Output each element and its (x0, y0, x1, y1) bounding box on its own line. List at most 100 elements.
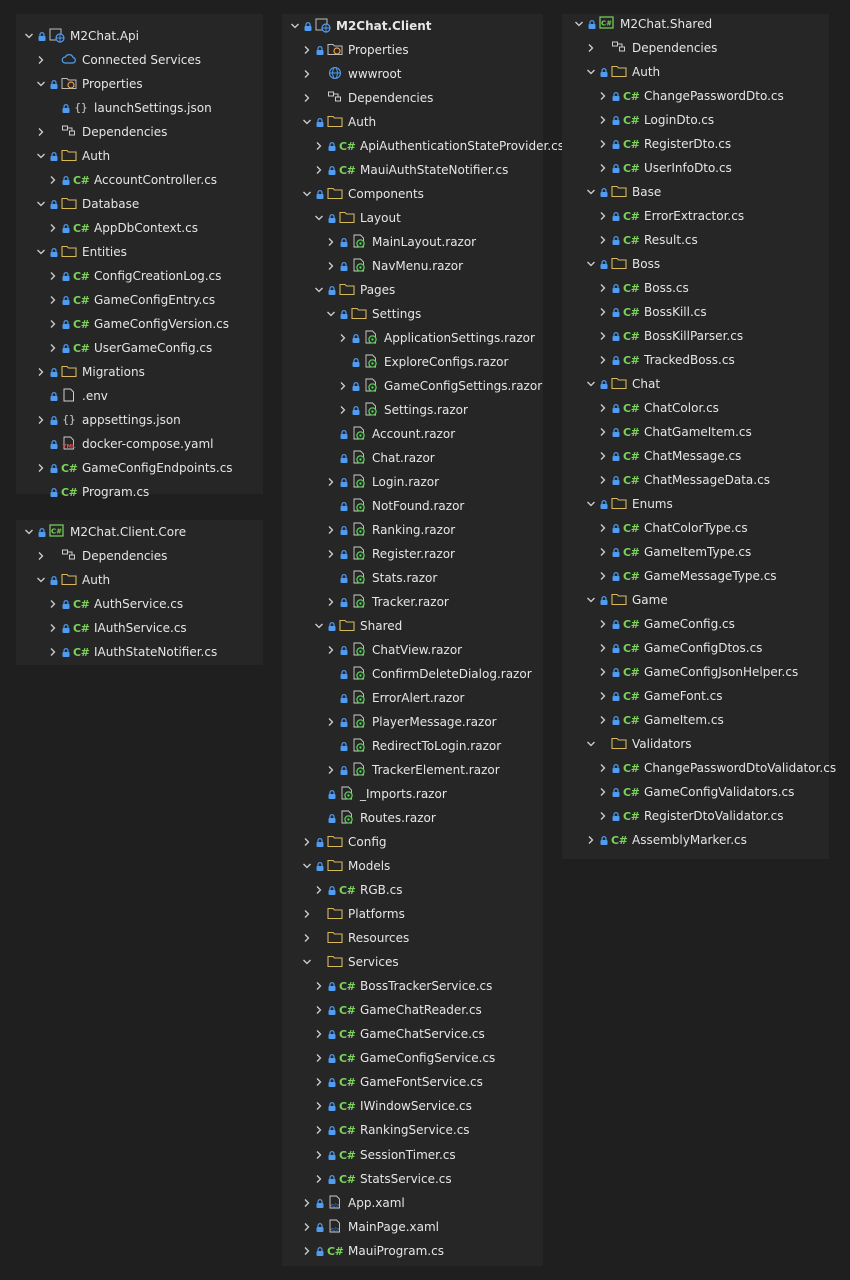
tree-file-row[interactable]: wwwroot (282, 62, 543, 86)
tree-file-row[interactable]: C# GameConfigVersion.cs (16, 312, 263, 336)
tree-folder-row[interactable]: Migrations (16, 360, 263, 384)
tree-file-row[interactable]: C# AuthService.cs (16, 592, 263, 616)
tree-file-row[interactable]: Stats.razor (282, 566, 543, 590)
chevron-down-icon[interactable] (574, 12, 584, 36)
tree-file-row[interactable]: C# AppDbContext.cs (16, 216, 263, 240)
tree-file-row[interactable]: C# GameConfig.cs (562, 612, 829, 636)
tree-folder-row[interactable]: Shared (282, 614, 543, 638)
tree-folder-row[interactable]: Auth (562, 60, 829, 84)
chevron-right-icon[interactable] (598, 300, 608, 324)
tree-file-row[interactable]: NotFound.razor (282, 494, 543, 518)
tree-file-row[interactable]: C# GameChatService.cs (282, 1022, 543, 1046)
chevron-right-icon[interactable] (598, 756, 608, 780)
tree-folder-row[interactable]: Components (282, 182, 543, 206)
tree-file-row[interactable]: C# IAuthStateNotifier.cs (16, 640, 263, 664)
tree-folder-row[interactable]: Layout (282, 206, 543, 230)
tree-file-row[interactable]: MainLayout.razor (282, 230, 543, 254)
tree-file-row[interactable]: Properties (16, 72, 263, 96)
chevron-right-icon[interactable] (338, 326, 348, 350)
tree-file-row[interactable]: C# RGB.cs (282, 878, 543, 902)
tree-file-row[interactable]: Dependencies (282, 86, 543, 110)
chevron-right-icon[interactable] (302, 902, 312, 926)
tree-file-row[interactable]: ConfirmDeleteDialog.razor (282, 662, 543, 686)
tree-file-row[interactable]: C# SessionTimer.cs (282, 1143, 543, 1167)
chevron-right-icon[interactable] (314, 998, 324, 1022)
tree-file-row[interactable]: C# ApiAuthenticationStateProvider.cs (282, 134, 564, 158)
chevron-down-icon[interactable] (314, 614, 324, 638)
tree-file-row[interactable]: C# GameConfigValidators.cs (562, 780, 829, 804)
tree-folder-row[interactable]: Pages (282, 278, 543, 302)
chevron-right-icon[interactable] (36, 360, 46, 384)
tree-file-row[interactable]: C# ChatColorType.cs (562, 516, 829, 540)
chevron-right-icon[interactable] (326, 638, 336, 662)
tree-folder-row[interactable]: Settings (282, 302, 543, 326)
chevron-right-icon[interactable] (598, 444, 608, 468)
chevron-right-icon[interactable] (598, 684, 608, 708)
tree-file-row[interactable]: Connected Services (16, 48, 263, 72)
tree-file-row[interactable]: C# IAuthService.cs (16, 616, 263, 640)
tree-file-row[interactable]: C# MauiProgram.cs (282, 1239, 543, 1263)
tree-file-row[interactable]: C# ChangePasswordDtoValidator.cs (562, 756, 836, 780)
tree-folder-row[interactable]: Chat (562, 372, 829, 396)
chevron-down-icon[interactable] (36, 240, 46, 264)
chevron-down-icon[interactable] (314, 206, 324, 230)
tree-file-row[interactable]: C# BossTrackerService.cs (282, 974, 543, 998)
tree-file-row[interactable]: C# RankingService.cs (282, 1118, 543, 1142)
tree-file-row[interactable]: Properties (282, 38, 543, 62)
chevron-right-icon[interactable] (598, 108, 608, 132)
tree-folder-row[interactable]: Auth (16, 144, 263, 168)
tree-file-row[interactable]: C# GameConfigDtos.cs (562, 636, 829, 660)
tree-file-row[interactable]: C# ErrorExtractor.cs (562, 204, 829, 228)
tree-file-row[interactable]: C# RegisterDtoValidator.cs (562, 804, 829, 828)
chevron-right-icon[interactable] (314, 1094, 324, 1118)
tree-file-row[interactable]: C# GameFontService.cs (282, 1070, 543, 1094)
chevron-down-icon[interactable] (290, 14, 300, 38)
chevron-right-icon[interactable] (48, 336, 58, 360)
chevron-down-icon[interactable] (302, 110, 312, 134)
chevron-down-icon[interactable] (326, 302, 336, 326)
tree-file-row[interactable]: Routes.razor (282, 806, 543, 830)
chevron-right-icon[interactable] (598, 660, 608, 684)
chevron-right-icon[interactable] (598, 516, 608, 540)
tree-folder-row[interactable]: Config (282, 830, 543, 854)
tree-file-row[interactable]: _Imports.razor (282, 782, 543, 806)
chevron-right-icon[interactable] (48, 216, 58, 240)
tree-folder-row[interactable]: Auth (282, 110, 543, 134)
chevron-right-icon[interactable] (36, 544, 46, 568)
tree-file-row[interactable]: ApplicationSettings.razor (282, 326, 543, 350)
chevron-right-icon[interactable] (302, 1191, 312, 1215)
tree-file-row[interactable]: C# GameConfigEntry.cs (16, 288, 263, 312)
chevron-right-icon[interactable] (598, 228, 608, 252)
tree-file-row[interactable]: C# GameFont.cs (562, 684, 829, 708)
tree-file-row[interactable]: C# GameConfigJsonHelper.cs (562, 660, 829, 684)
tree-file-row[interactable]: C# RegisterDto.cs (562, 132, 829, 156)
chevron-right-icon[interactable] (314, 1167, 324, 1191)
tree-file-row[interactable]: Register.razor (282, 542, 543, 566)
chevron-right-icon[interactable] (48, 168, 58, 192)
tree-file-row[interactable]: YML docker-compose.yaml (16, 432, 263, 456)
tree-file-row[interactable]: Ranking.razor (282, 518, 543, 542)
chevron-right-icon[interactable] (36, 456, 46, 480)
tree-folder-row[interactable]: Platforms (282, 902, 543, 926)
chevron-right-icon[interactable] (598, 348, 608, 372)
chevron-right-icon[interactable] (598, 396, 608, 420)
chevron-right-icon[interactable] (598, 84, 608, 108)
tree-file-row[interactable]: C# Boss.cs (562, 276, 829, 300)
tree-file-row[interactable]: ErrorAlert.razor (282, 686, 543, 710)
tree-file-row[interactable]: C# GameMessageType.cs (562, 564, 829, 588)
tree-file-row[interactable]: C# Program.cs (16, 480, 263, 504)
tree-project-row[interactable]: M2Chat.Client (282, 14, 543, 38)
tree-folder-row[interactable]: Validators (562, 732, 829, 756)
tree-file-row[interactable]: GameConfigSettings.razor (282, 374, 543, 398)
chevron-right-icon[interactable] (302, 1215, 312, 1239)
chevron-down-icon[interactable] (36, 192, 46, 216)
tree-file-row[interactable]: C# BossKill.cs (562, 300, 829, 324)
tree-folder-row[interactable]: Base (562, 180, 829, 204)
chevron-right-icon[interactable] (302, 926, 312, 950)
tree-file-row[interactable]: ChatView.razor (282, 638, 543, 662)
tree-folder-row[interactable]: Models (282, 854, 543, 878)
chevron-right-icon[interactable] (314, 974, 324, 998)
chevron-right-icon[interactable] (586, 36, 596, 60)
tree-file-row[interactable]: C# UserInfoDto.cs (562, 156, 829, 180)
tree-file-row[interactable]: Account.razor (282, 422, 543, 446)
